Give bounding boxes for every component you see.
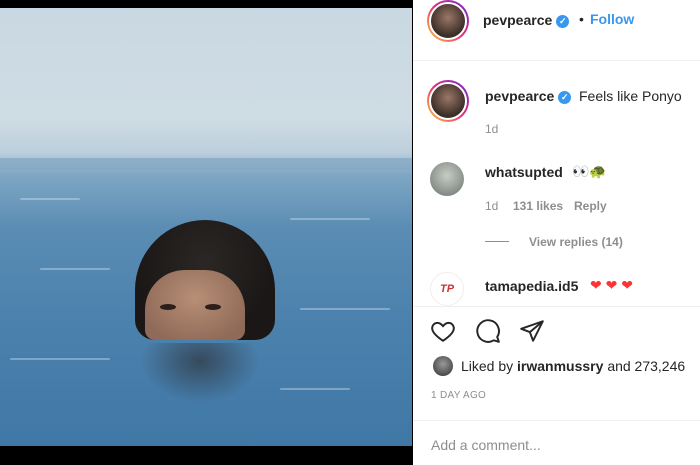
liker-avatar[interactable] bbox=[433, 356, 453, 376]
comment-likes[interactable]: 131 likes bbox=[513, 199, 563, 213]
photo-wave bbox=[10, 358, 110, 360]
heart-outline-icon[interactable] bbox=[430, 318, 456, 344]
photo-wave bbox=[300, 308, 390, 310]
commenter-logo-avatar[interactable]: TP bbox=[430, 272, 464, 306]
follow-button[interactable]: Follow bbox=[590, 11, 634, 27]
caption-username-text: pevpearce bbox=[485, 88, 555, 104]
comment-time[interactable]: 1d bbox=[485, 199, 498, 213]
verified-badge-icon: ✓ bbox=[556, 14, 570, 28]
photo-wave bbox=[280, 388, 350, 390]
header-divider bbox=[413, 60, 700, 61]
view-replies-button[interactable]: View replies (14) bbox=[529, 235, 623, 249]
comment-bubble-icon[interactable] bbox=[475, 318, 501, 344]
commenter-avatar[interactable] bbox=[430, 162, 464, 196]
post-side-panel: pevpearce ✓ • Follow pevpearce ✓ Feels lik… bbox=[413, 0, 700, 465]
caption-username[interactable]: pevpearce ✓ bbox=[485, 88, 572, 104]
input-divider bbox=[413, 420, 700, 421]
comment-username[interactable]: whatsupted bbox=[485, 164, 563, 180]
actions-divider bbox=[413, 306, 700, 307]
post-header: pevpearce ✓ • Follow bbox=[413, 0, 700, 44]
photo-horizon bbox=[0, 158, 412, 170]
photo-subject-eye bbox=[205, 304, 221, 310]
header-username[interactable]: pevpearce ✓ bbox=[483, 12, 570, 28]
photo-wave bbox=[20, 198, 80, 200]
likes-count[interactable]: and 273,246 bbox=[607, 358, 685, 374]
photo-subject-eye bbox=[160, 304, 176, 310]
header-separator: • bbox=[579, 11, 584, 27]
likes-user[interactable]: irwanmussry bbox=[517, 358, 603, 374]
likes-prefix: Liked by bbox=[461, 358, 514, 374]
view-replies-line bbox=[485, 241, 509, 242]
caption-text: Feels like Ponyo bbox=[579, 88, 682, 104]
author-avatar[interactable] bbox=[427, 0, 469, 42]
reply-button[interactable]: Reply bbox=[574, 199, 607, 213]
comment-username[interactable]: tamapedia.id5 bbox=[485, 278, 578, 294]
post-photo[interactable] bbox=[0, 8, 412, 446]
caption-time[interactable]: 1d bbox=[485, 122, 498, 136]
header-username-text: pevpearce bbox=[483, 12, 553, 28]
paper-plane-icon[interactable] bbox=[519, 318, 545, 344]
caption-avatar[interactable] bbox=[427, 80, 469, 122]
photo-wave bbox=[40, 268, 110, 270]
comment-text: ❤ ❤ ❤ bbox=[590, 277, 633, 293]
likes-summary[interactable]: Liked by irwanmussry and 273,246 bbox=[461, 358, 685, 374]
add-comment-input[interactable]: Add a comment... bbox=[431, 437, 541, 453]
verified-badge-icon: ✓ bbox=[558, 90, 572, 104]
photo-wave bbox=[290, 218, 370, 220]
post-timestamp[interactable]: 1 DAY AGO bbox=[431, 390, 486, 401]
photo-reflection bbox=[140, 343, 260, 403]
comment-text: 👀🐢 bbox=[572, 163, 607, 179]
